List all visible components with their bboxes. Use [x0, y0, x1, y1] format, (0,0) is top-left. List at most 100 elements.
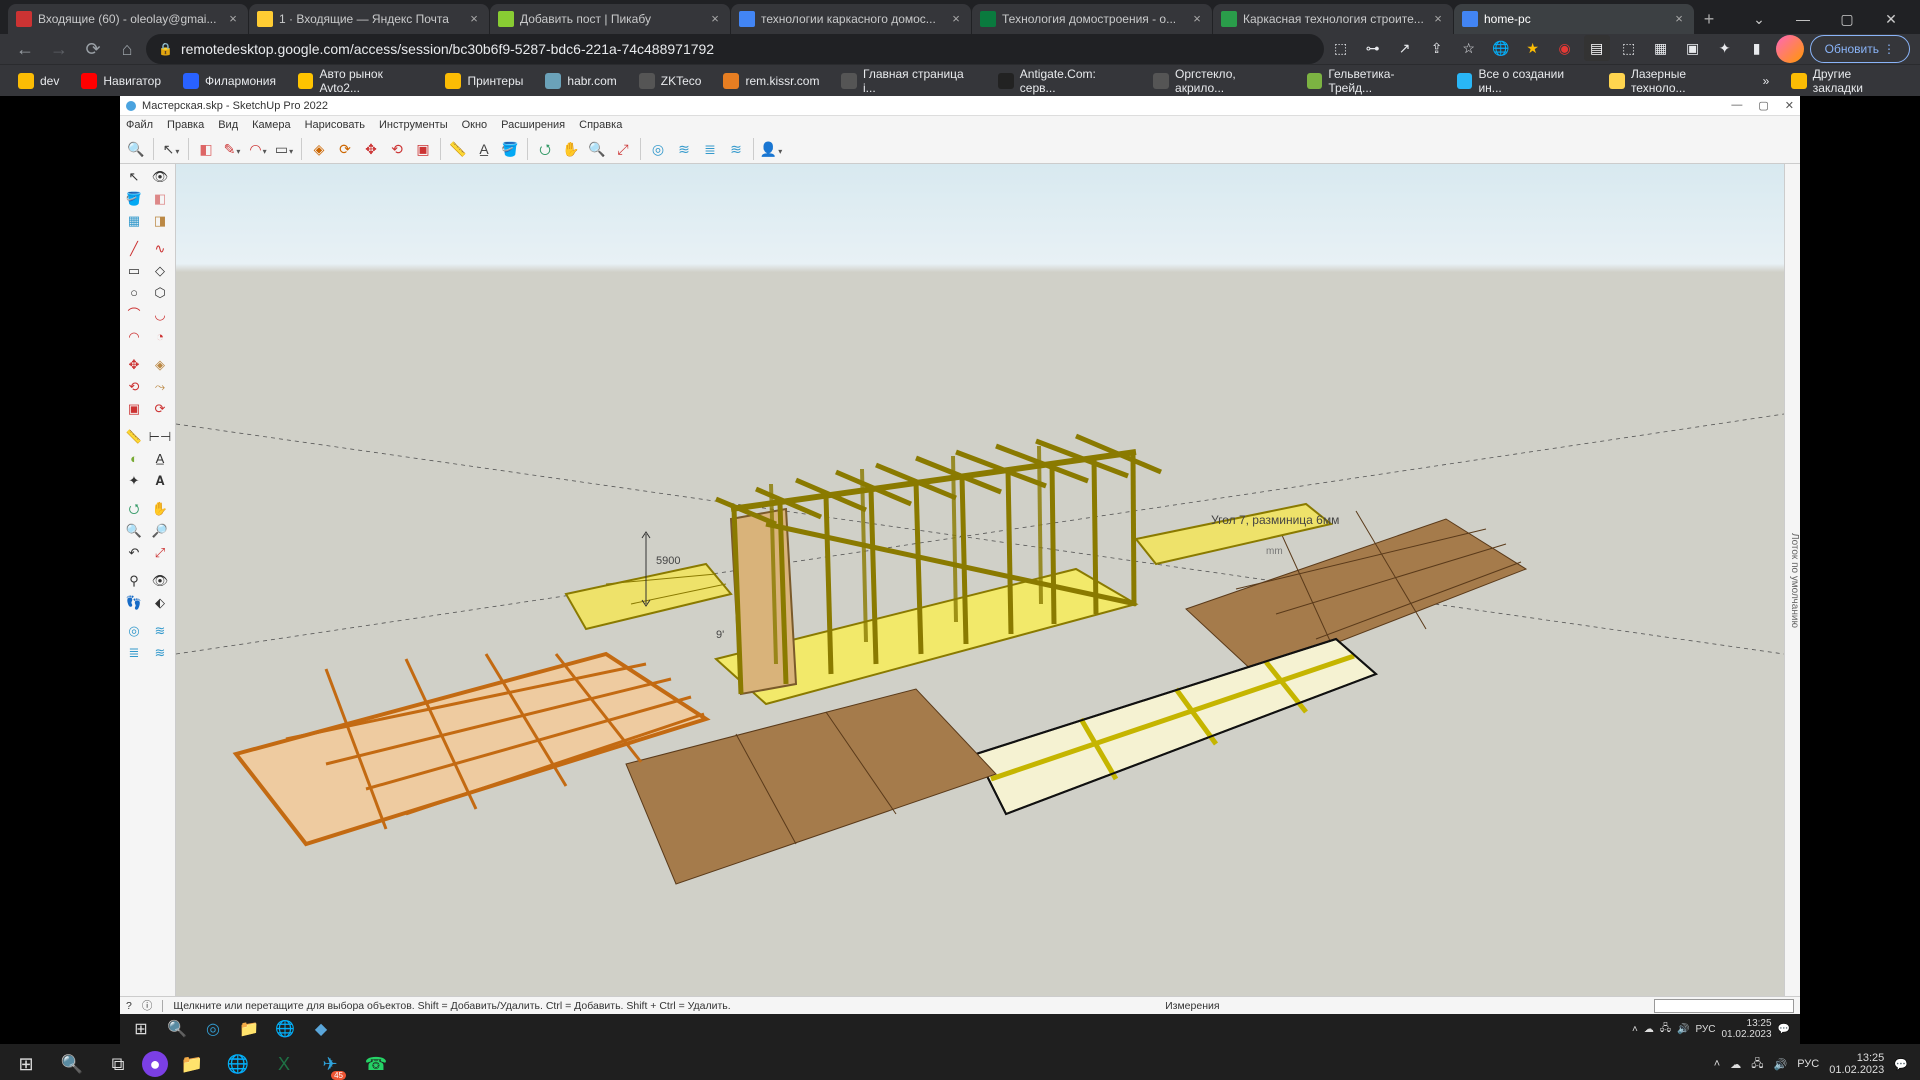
menu-extensions[interactable]: Расширения [501, 119, 565, 131]
zoomext-tool[interactable]: ⤢ [148, 542, 172, 564]
bookmark-creation[interactable]: Все о создании ин... [1449, 63, 1596, 99]
host-tray-notifications-icon[interactable]: 💬 [1894, 1058, 1908, 1071]
tray-chevron[interactable]: ˄ [1632, 1024, 1638, 1035]
tray-cloud-icon[interactable]: ☁ [1644, 1024, 1654, 1035]
ext-6-icon[interactable]: ▦ [1648, 35, 1674, 61]
bookmark-dev[interactable]: dev [10, 69, 67, 93]
back-button[interactable]: ← [10, 34, 40, 64]
ext-7-icon[interactable]: ▣ [1680, 35, 1706, 61]
line-tool[interactable]: ╱ [122, 238, 146, 260]
menu-view[interactable]: Вид [218, 119, 238, 131]
move-icon[interactable]: ✥ [359, 137, 383, 161]
host-explorer-icon[interactable]: 📁 [170, 1044, 214, 1080]
section-tool[interactable]: ⬖ [148, 592, 172, 614]
window-close[interactable]: ✕ [1870, 4, 1912, 34]
orbit-tool[interactable]: ⭯ [122, 498, 146, 520]
bookmark-rem[interactable]: rem.kissr.com [715, 69, 827, 93]
pie-tool[interactable]: ◔ [148, 326, 172, 348]
inner-close[interactable]: ✕ [1785, 99, 1794, 112]
forward-button[interactable]: → [44, 34, 74, 64]
explorer-icon[interactable]: 📁 [232, 1014, 266, 1044]
eraser-tool[interactable]: ◧ [148, 188, 172, 210]
host-whatsapp-icon[interactable]: ☎ [354, 1044, 398, 1080]
layer3-icon[interactable]: ≣ [698, 137, 722, 161]
ext-5-icon[interactable]: ⬚ [1616, 35, 1642, 61]
reload-button[interactable]: ⟳ [78, 34, 108, 64]
walk-tool[interactable]: 👣 [122, 592, 146, 614]
zoomext-icon[interactable]: ⤢ [611, 137, 635, 161]
bookmark-overflow[interactable]: » [1755, 70, 1778, 92]
eraser-icon[interactable]: ◧ [194, 137, 218, 161]
host-excel-icon[interactable]: X [262, 1044, 306, 1080]
tab-yandex[interactable]: 1 · Входящие — Яндекс Почта× [249, 4, 489, 34]
bookmark-navigator[interactable]: Навигатор [73, 69, 169, 93]
layer1-icon[interactable]: ◎ [646, 137, 670, 161]
host-tray-clock[interactable]: 13:2501.02.2023 [1829, 1052, 1884, 1076]
tray-clock[interactable]: 13:2501.02.2023 [1721, 1018, 1771, 1040]
bookmark-helvetica[interactable]: Гельветика-Трейд... [1299, 63, 1443, 99]
tab-tech1[interactable]: Технология домостроения - о...× [972, 4, 1212, 34]
bookmark-printers[interactable]: Принтеры [437, 69, 531, 93]
menu-draw[interactable]: Нарисовать [305, 119, 365, 131]
close-icon[interactable]: × [949, 12, 963, 26]
host-yandex-icon[interactable]: ● [142, 1051, 168, 1077]
bookmark-philarmonia[interactable]: Филармония [175, 69, 284, 93]
host-tray-sound-icon[interactable]: 🔊 [1774, 1058, 1788, 1071]
host-tray-net-icon[interactable]: 🖧 [1751, 1055, 1763, 1074]
bookmark-avto[interactable]: Авто рынок Avto2... [290, 63, 431, 99]
menu-help[interactable]: Справка [579, 119, 622, 131]
bookmark-antigate[interactable]: Antigate.Com: серв... [990, 63, 1139, 99]
eraser2-tool[interactable]: ◨ [148, 210, 172, 232]
ext-star-icon[interactable]: ★ [1520, 35, 1546, 61]
tab-remote-desktop[interactable]: home-pc× [1454, 4, 1694, 34]
position-tool[interactable]: ⚲ [122, 570, 146, 592]
ext-ab-icon[interactable]: ◉ [1552, 35, 1578, 61]
axis-tool[interactable]: ✦ [122, 470, 146, 492]
host-tray-lang[interactable]: РУС [1797, 1058, 1819, 1070]
tab-pikabu[interactable]: Добавить пост | Пикабу× [490, 4, 730, 34]
ext-save-icon[interactable]: ▤ [1584, 35, 1610, 61]
scale-tool[interactable]: ▣ [122, 398, 146, 420]
text-tool[interactable]: A̲ [148, 448, 172, 470]
circle-tool[interactable]: ○ [122, 282, 146, 304]
arc3-tool[interactable]: ◠ [122, 326, 146, 348]
bookmark-main[interactable]: Главная страница i... [833, 63, 984, 99]
offset-tool[interactable]: ⟳ [148, 398, 172, 420]
select-tool[interactable]: ↖ [122, 166, 146, 188]
rect-icon[interactable]: ▭ [272, 137, 296, 161]
rotate-tool[interactable]: ⟲ [122, 376, 146, 398]
tag2-tool[interactable]: ≋ [148, 620, 172, 642]
zoom-icon[interactable]: 🔍 [124, 137, 148, 161]
menu-tools[interactable]: Инструменты [379, 119, 448, 131]
host-tray-cloud-icon[interactable]: ☁ [1730, 1058, 1741, 1071]
scale-icon[interactable]: ▣ [411, 137, 435, 161]
open-new-icon[interactable]: ↗ [1392, 35, 1418, 61]
arc-tool[interactable]: ⌒ [122, 304, 146, 326]
pencil-icon[interactable]: ✎ [220, 137, 244, 161]
orbit-icon[interactable]: ⭯ [533, 137, 557, 161]
arc-icon[interactable]: ◠ [246, 137, 270, 161]
close-icon[interactable]: × [467, 12, 481, 26]
menu-window[interactable]: Окно [462, 119, 488, 131]
sketchup-icon[interactable]: ◆ [304, 1014, 338, 1044]
bookmark-plex[interactable]: Оргстекло, акрило... [1145, 63, 1292, 99]
search-icon[interactable]: 🔍 [160, 1014, 194, 1044]
menu-file[interactable]: Файл [126, 119, 153, 131]
other-bookmarks[interactable]: Другие закладки [1783, 63, 1910, 99]
paint-tool[interactable]: 🪣 [122, 188, 146, 210]
arc2-tool[interactable]: ◡ [148, 304, 172, 326]
key-icon[interactable]: ⊶ [1360, 35, 1386, 61]
prev-tool[interactable]: ↶ [122, 542, 146, 564]
pan-tool[interactable]: ✋ [148, 498, 172, 520]
zoomwin-tool[interactable]: 🔎 [148, 520, 172, 542]
host-tray-chevron[interactable]: ˄ [1714, 1058, 1720, 1070]
sketchup-titlebar[interactable]: Мастерская.skp - SketchUp Pro 2022 — ▢ ✕ [120, 96, 1800, 116]
bookmark-habr[interactable]: habr.com [537, 69, 624, 93]
layer2-icon[interactable]: ≋ [672, 137, 696, 161]
inner-maximize[interactable]: ▢ [1758, 99, 1768, 112]
star-icon[interactable]: ☆ [1456, 35, 1482, 61]
default-tray[interactable]: Лоток по умолчанию [1784, 164, 1800, 996]
ext-translate-icon[interactable]: 🌐 [1488, 35, 1514, 61]
edge-icon[interactable]: ◎ [196, 1014, 230, 1044]
install-icon[interactable]: ⬚ [1328, 35, 1354, 61]
